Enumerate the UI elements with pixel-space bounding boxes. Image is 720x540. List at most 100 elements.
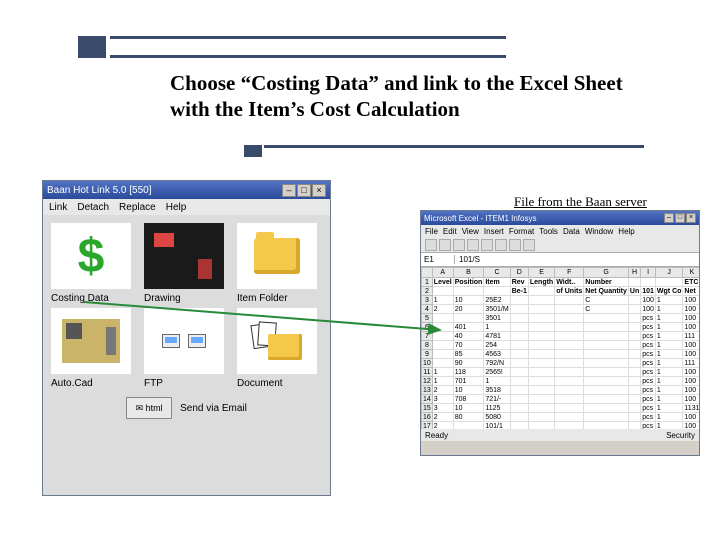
cell[interactable] [628,386,640,395]
cell[interactable] [432,341,453,350]
cell[interactable]: 100 [683,368,699,377]
cell[interactable]: pcs [641,395,656,404]
maximize-button[interactable]: □ [675,213,685,223]
cell[interactable]: C [584,305,629,314]
cell[interactable]: 1 [655,422,683,430]
toolbar-button[interactable] [495,239,507,251]
menu-tools[interactable]: Tools [539,227,558,236]
cell[interactable] [555,350,584,359]
cell[interactable]: pcs [641,359,656,368]
cell[interactable] [584,323,629,332]
cell[interactable]: 1 [655,341,683,350]
close-button[interactable]: × [312,184,326,197]
cell[interactable]: 792/N [484,359,510,368]
cell[interactable]: 2 [432,422,453,430]
spreadsheet-grid[interactable]: ABCDEFGHIJKL1LevelPositionItemRevLengthW… [421,267,699,429]
cell[interactable]: 111 [683,332,699,341]
cell[interactable]: pcs [641,314,656,323]
cell[interactable] [555,386,584,395]
cell[interactable] [528,404,554,413]
column-header[interactable]: H [628,268,640,278]
cell[interactable]: 100 [683,323,699,332]
cell[interactable]: pcs [641,350,656,359]
cell[interactable]: 100 [683,305,699,314]
cell[interactable]: 1 [655,314,683,323]
cell[interactable]: 1 [484,377,510,386]
tile-autocad[interactable]: Auto.Cad [51,308,136,389]
maximize-button[interactable]: □ [297,184,311,197]
cell[interactable] [510,350,528,359]
cell[interactable] [628,314,640,323]
cell[interactable] [555,395,584,404]
cell[interactable]: pcs [641,332,656,341]
cell[interactable]: 100 [641,296,656,305]
cell[interactable] [628,422,640,430]
cell[interactable] [584,332,629,341]
cell[interactable] [584,386,629,395]
column-header[interactable]: K [683,268,699,278]
cell[interactable]: 1 [432,368,453,377]
cell[interactable] [510,305,528,314]
cell[interactable]: pcs [641,323,656,332]
cell[interactable]: 1 [655,332,683,341]
cell[interactable]: 3501 [484,314,510,323]
cell[interactable]: 100 [683,350,699,359]
cell[interactable]: pcs [641,404,656,413]
cell[interactable] [432,332,453,341]
column-header[interactable]: A [432,268,453,278]
menu-view[interactable]: View [462,227,479,236]
cell[interactable] [555,314,584,323]
cell[interactable]: 90 [453,359,484,368]
cell[interactable]: 3501/M [484,305,510,314]
tile-ftp[interactable]: FTP [144,308,229,389]
menu-help[interactable]: Help [166,202,187,213]
cell[interactable] [528,368,554,377]
cell[interactable]: 80 [453,413,484,422]
cell[interactable]: 2 [432,386,453,395]
cell[interactable] [628,377,640,386]
cell[interactable]: 4781 [484,332,510,341]
cell[interactable] [584,404,629,413]
cell[interactable] [555,413,584,422]
cell[interactable]: 100 [683,296,699,305]
cell[interactable]: 1 [655,368,683,377]
cell[interactable]: 20 [453,305,484,314]
cell[interactable]: pcs [641,341,656,350]
cell[interactable] [555,305,584,314]
cell[interactable] [528,332,554,341]
cell[interactable] [510,386,528,395]
cell[interactable]: 70 [453,341,484,350]
cell[interactable]: 1 [655,395,683,404]
cell[interactable]: 1 [432,377,453,386]
cell[interactable]: 100 [683,377,699,386]
cell[interactable]: 1 [655,413,683,422]
cell[interactable] [555,323,584,332]
cell[interactable]: 100 [683,413,699,422]
cell[interactable] [528,305,554,314]
menu-link[interactable]: Link [49,202,67,213]
cell[interactable]: 4563 [484,350,510,359]
column-header[interactable]: J [655,268,683,278]
cell[interactable]: 10 [453,386,484,395]
menu-detach[interactable]: Detach [77,202,109,213]
cell[interactable]: 85 [453,350,484,359]
column-header[interactable] [422,268,433,278]
cell[interactable]: 1 [655,377,683,386]
cell[interactable]: 254 [484,341,510,350]
cell[interactable]: 10 [453,404,484,413]
cell[interactable] [584,341,629,350]
cell[interactable] [584,377,629,386]
menu-format[interactable]: Format [509,227,534,236]
send-email-button[interactable]: ✉ html [126,397,172,419]
cell[interactable]: 401 [453,323,484,332]
cell[interactable]: 100 [683,314,699,323]
cell[interactable] [584,395,629,404]
tile-drawing[interactable]: Drawing [144,223,229,304]
column-header[interactable]: G [584,268,629,278]
cell[interactable] [432,350,453,359]
cell[interactable] [628,404,640,413]
cell[interactable]: 1125 [484,404,510,413]
cell[interactable] [432,359,453,368]
cell-reference[interactable]: E1 [421,255,455,264]
cell[interactable]: 3518 [484,386,510,395]
